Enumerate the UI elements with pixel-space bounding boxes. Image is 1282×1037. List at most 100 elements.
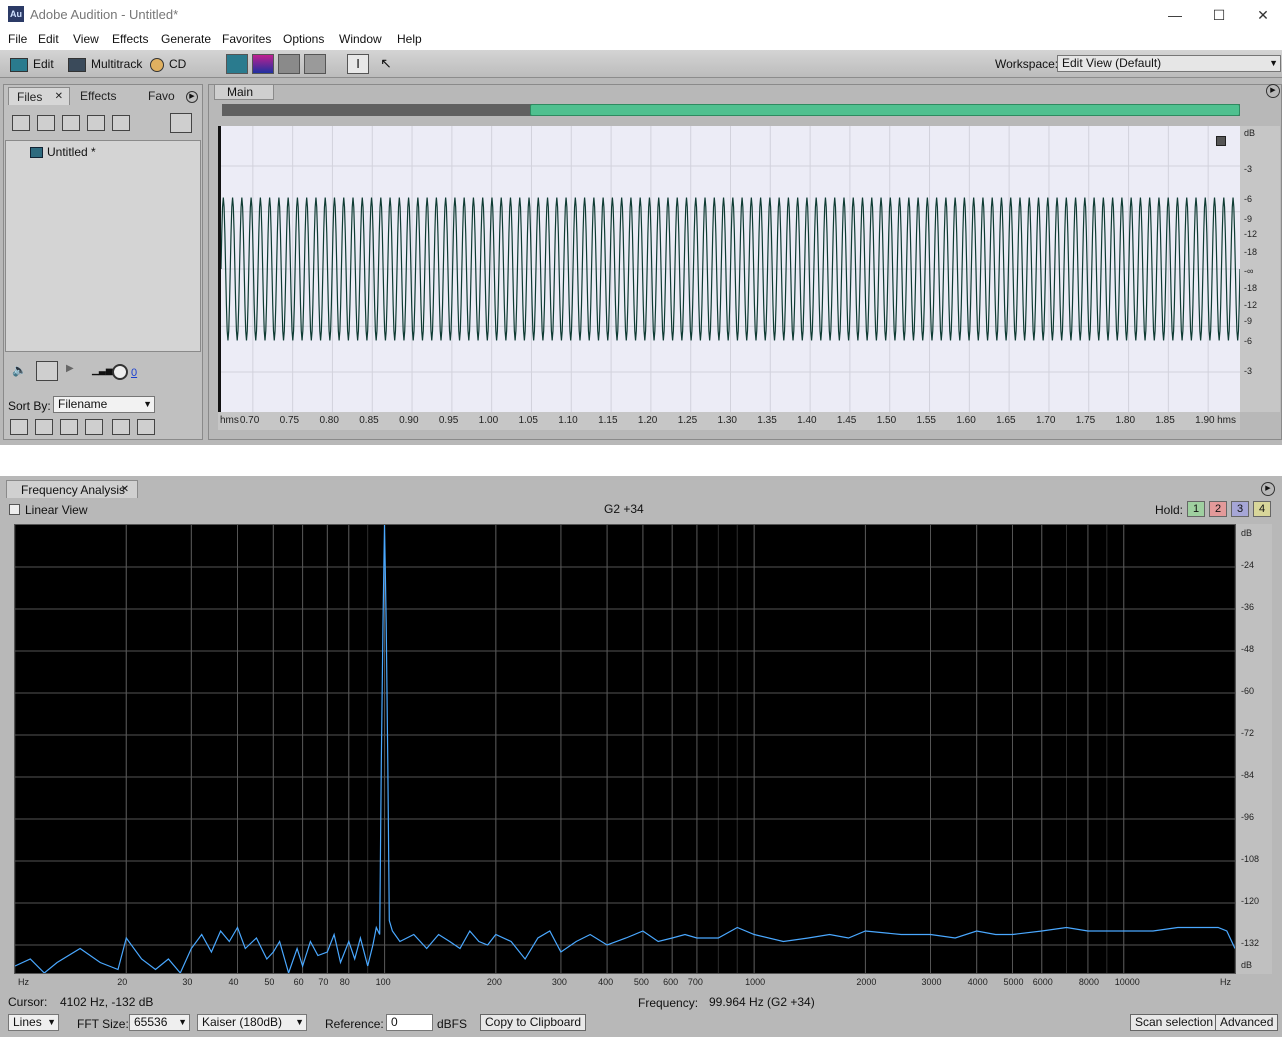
cursor-value: 4102 Hz, -132 dB [60,995,154,1009]
db-tick: -12 [1244,229,1258,239]
menu-generate[interactable]: Generate [161,32,211,46]
panel-divider[interactable] [0,445,1282,476]
spectral-phase-icon[interactable] [304,54,326,74]
tab-files[interactable]: Files ✕ [8,87,70,105]
show-midi-icon[interactable] [85,419,103,435]
file-item[interactable]: Untitled * [30,145,96,159]
close-file-icon[interactable] [37,115,55,131]
time-ruler[interactable]: hms hms 0.70 0.75 0.80 0.85 0.90 0.95 1.00 1.05… [218,412,1240,430]
hold-button-4[interactable]: 4 [1253,501,1271,517]
menu-options[interactable]: Options [283,32,324,46]
open-file-icon[interactable] [12,115,30,131]
frequency-tick-label: 700 [687,977,703,987]
cd-view-button[interactable]: CD [150,53,186,75]
hold-button-1[interactable]: 1 [1187,501,1205,517]
tab-favorites[interactable]: Favo [140,87,180,105]
time-tick-label: 1.65 [996,415,1016,426]
menu-edit[interactable]: Edit [38,32,59,46]
waveform-display-icon[interactable] [226,54,248,74]
menu-favorites[interactable]: Favorites [222,32,271,46]
time-tick-label: 1.25 [677,415,698,426]
spectrum-db-tick: -36 [1241,602,1255,612]
time-selection-tool-icon[interactable]: I [347,54,369,74]
menu-view[interactable]: View [73,32,99,46]
reference-unit: dBFS [437,1017,468,1031]
show-clips-icon[interactable] [137,419,155,435]
hold-button-2[interactable]: 2 [1209,501,1227,517]
display-mode-value: Lines [13,1015,42,1029]
marquee-tool-icon[interactable]: ↖ [375,54,397,74]
spectrum-db-unit-bottom: dB [1241,960,1253,970]
panel-menu-icon[interactable]: ▶ [186,91,198,103]
frequency-tick-label: 600 [663,977,679,987]
copy-to-clipboard-button[interactable]: Copy to Clipboard [480,1014,587,1031]
dropdown-arrow-icon: ▼ [47,1017,56,1027]
spectral-pan-icon[interactable] [278,54,300,74]
frequency-value: 99.964 Hz (G2 +34) [709,995,815,1009]
cursor-label: Cursor: [8,995,48,1009]
hold-button-3[interactable]: 3 [1231,501,1249,517]
tab-main[interactable]: Main [214,84,274,100]
time-tick-label: 1.50 [876,415,897,426]
panel-menu-icon[interactable]: ▶ [1266,84,1280,98]
fft-size-select[interactable]: 65536 ▼ [129,1014,190,1031]
show-previews-icon[interactable] [112,419,130,435]
display-mode-select[interactable]: Lines ▼ [8,1014,59,1031]
insert-cd-icon[interactable] [87,115,105,131]
volume-bars-icon: ▁▃▅ [92,365,113,375]
spectral-display-icon[interactable] [252,54,274,74]
menu-effects[interactable]: Effects [112,32,148,46]
close-tab-icon[interactable]: ✕ [121,481,129,499]
multitrack-view-button[interactable]: Multitrack [68,53,142,75]
scan-selection-button[interactable]: Scan selection [1130,1014,1219,1031]
workspace-select[interactable]: Edit View (Default) ▼ [1057,55,1281,72]
show-video-icon[interactable] [60,419,78,435]
tab-frequency-analysis[interactable]: Frequency Analysis ✕ [6,480,138,498]
zoom-visible-range[interactable] [530,104,1240,116]
waveform-display[interactable] [218,126,1241,412]
window-function-select[interactable]: Kaiser (180dB) ▼ [197,1014,307,1031]
menu-help[interactable]: Help [397,32,422,46]
time-tick-label: 1.90 [1195,415,1215,426]
minimize-button[interactable]: — [1160,4,1190,26]
waveform-icon [10,57,28,72]
time-tick-label: 0.90 [399,415,419,426]
volume-value[interactable]: 0 [131,367,137,379]
db-tick: -18 [1244,247,1258,257]
linear-view-checkbox[interactable] [9,504,20,515]
title-bar: Au Adobe Audition - Untitled* — ☐ ✕ [0,0,1282,30]
panel-menu-icon[interactable]: ▶ [1261,482,1275,496]
spectrum-display[interactable] [14,524,1236,975]
sort-by-select[interactable]: Filename ▼ [53,396,155,413]
maximize-button[interactable]: ☐ [1204,4,1234,26]
frequency-tick-label: 5000 [1003,977,1024,987]
advanced-button[interactable]: Advanced [1215,1014,1279,1031]
menu-file[interactable]: File [8,32,27,46]
close-tab-icon[interactable]: ✕ [55,88,63,106]
reference-input[interactable]: 0 [386,1014,433,1031]
edit-view-button[interactable]: Edit [10,53,54,75]
file-item-label: Untitled * [47,145,96,159]
show-loops-icon[interactable] [35,419,53,435]
time-tick-label: 1.80 [1115,415,1136,426]
play-preview-icon[interactable]: ▶ [66,363,84,379]
frequency-tick-label: 200 [486,977,502,987]
time-tick-label: 1.85 [1155,415,1175,426]
cd-icon [150,57,164,72]
volume-knob[interactable] [112,364,128,380]
close-button[interactable]: ✕ [1248,4,1278,26]
play-speaker-icon[interactable]: 🔈 [12,363,30,379]
tab-effects[interactable]: Effects [72,87,138,105]
frequency-tick-label: 8000 [1078,977,1099,987]
time-tick-label: 1.75 [1075,415,1096,426]
time-tick-label: 0.80 [319,415,339,426]
loop-icon[interactable] [36,361,58,381]
menu-window[interactable]: Window [339,32,382,46]
import-icon[interactable] [112,115,130,131]
frequency-tick-label: 3000 [921,977,942,987]
zoom-corner-icon[interactable] [1216,136,1226,146]
dropdown-arrow-icon: ▼ [143,399,152,409]
show-audio-icon[interactable] [10,419,28,435]
insert-multitrack-icon[interactable] [62,115,80,131]
preview-options-icon[interactable] [170,113,192,133]
